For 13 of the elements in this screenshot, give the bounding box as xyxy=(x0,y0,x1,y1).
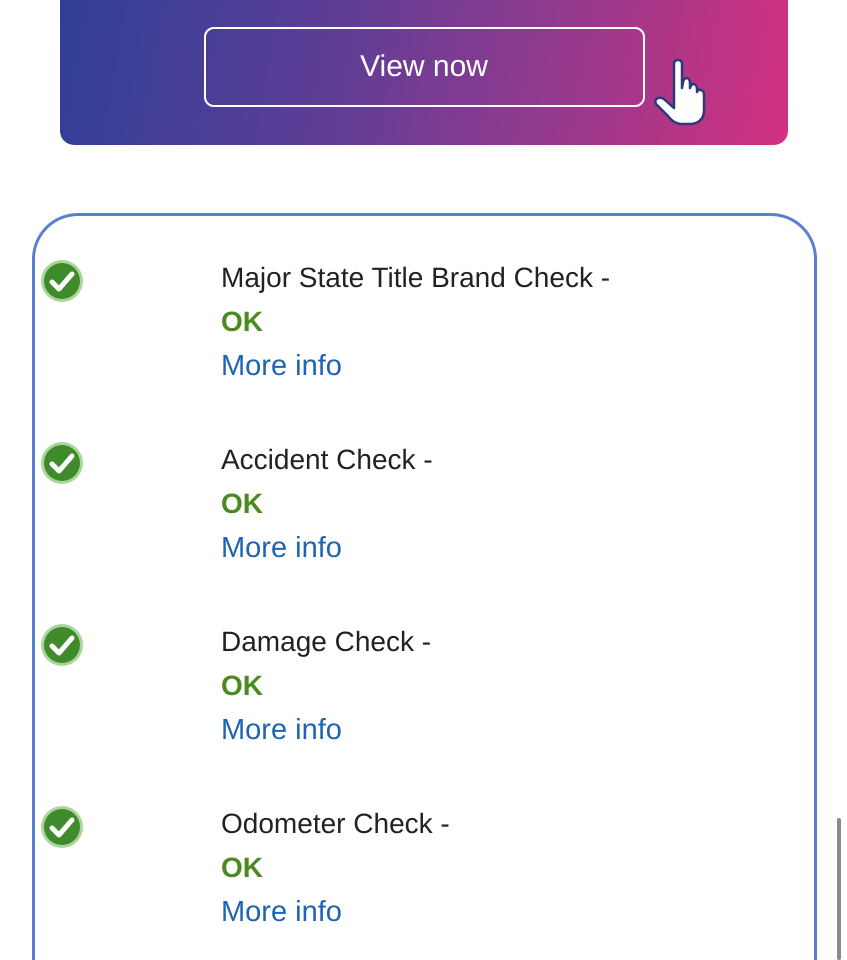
view-now-button[interactable]: View now xyxy=(204,27,644,107)
check-status: OK xyxy=(221,305,263,339)
check-title: Damage Check - xyxy=(221,625,432,659)
check-title: Odometer Check - xyxy=(221,807,450,841)
more-info-link[interactable]: More info xyxy=(221,890,342,934)
check-status: OK xyxy=(221,669,263,703)
check-status: OK xyxy=(221,851,263,885)
more-info-link[interactable]: More info xyxy=(221,344,342,388)
more-info-link[interactable]: More info xyxy=(221,708,342,752)
check-title: Major State Title Brand Check - xyxy=(221,261,610,295)
more-info-link[interactable]: More info xyxy=(221,526,342,570)
check-title: Accident Check - xyxy=(221,443,433,477)
check-status: OK xyxy=(221,487,263,521)
